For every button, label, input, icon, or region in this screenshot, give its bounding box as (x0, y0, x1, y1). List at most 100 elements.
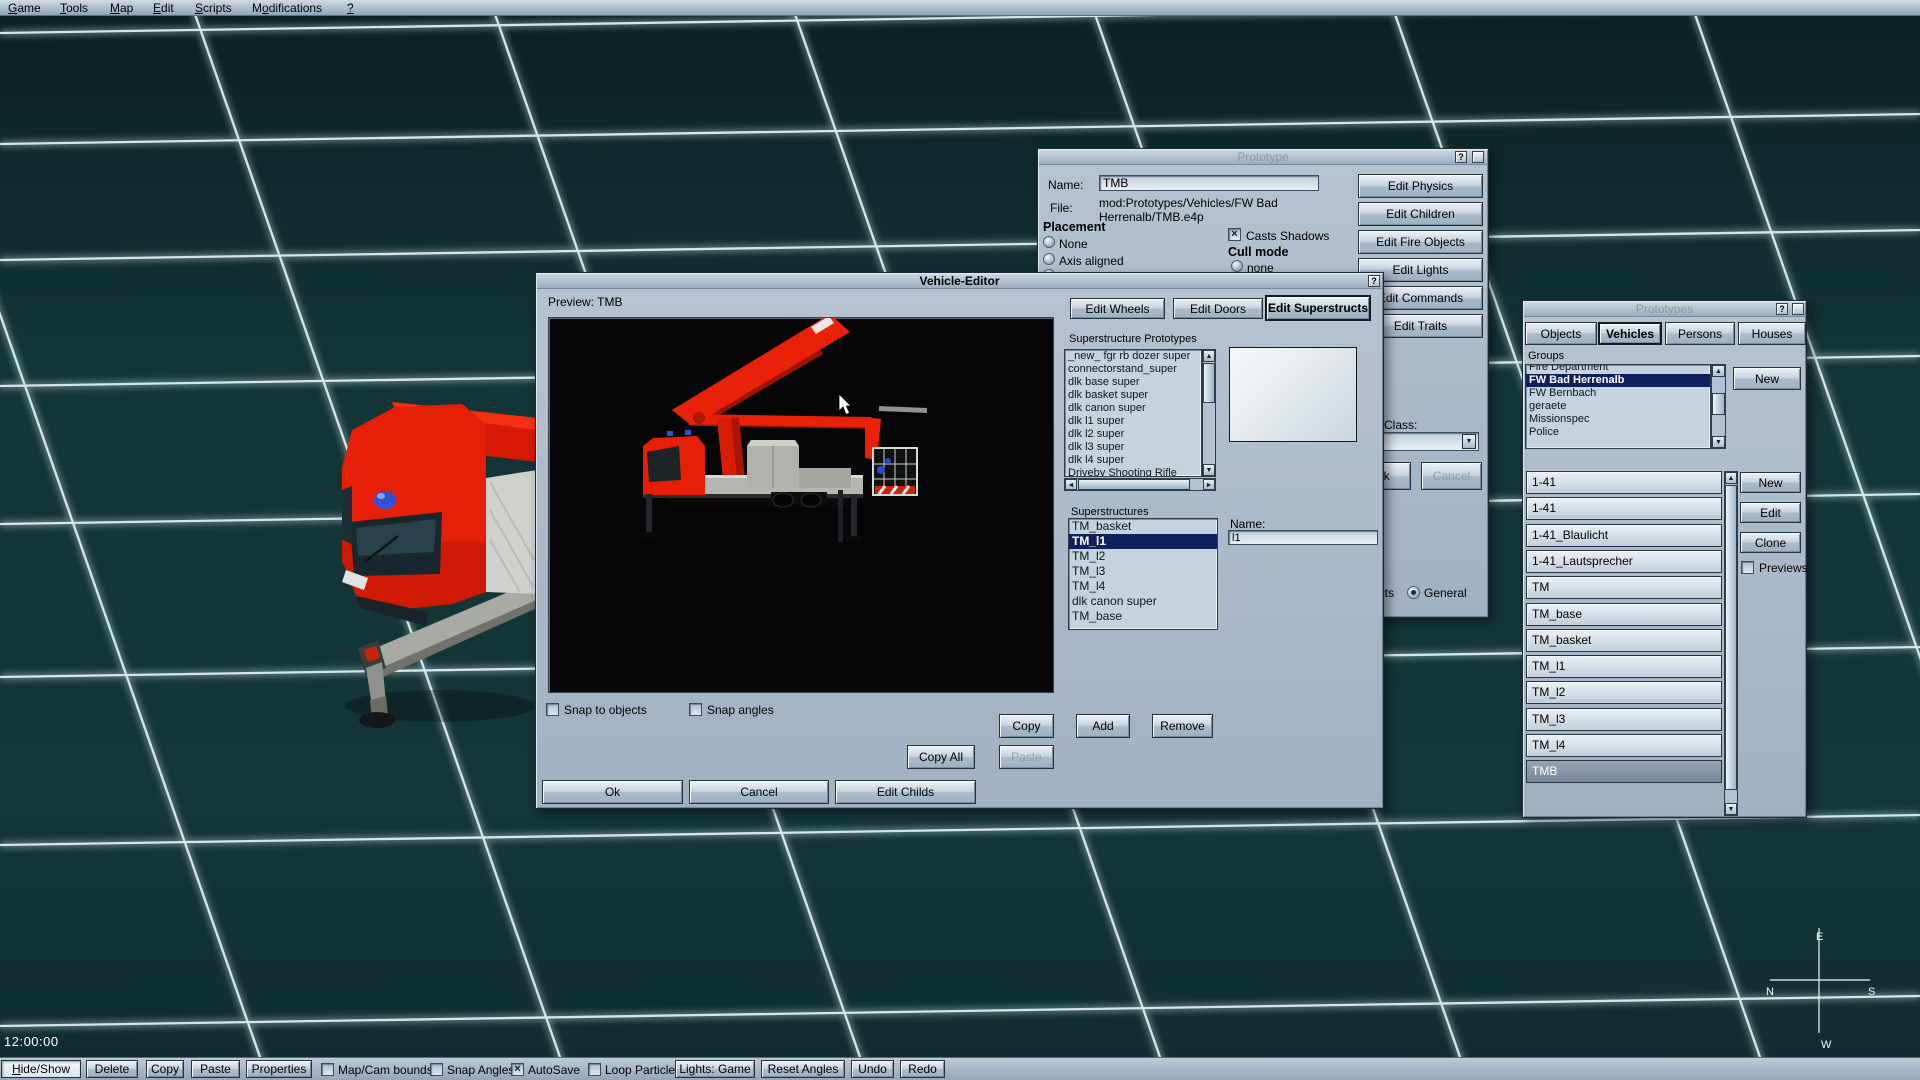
snap-angles-checkbox[interactable] (689, 703, 702, 716)
scroll-left-icon[interactable]: ◄ (1065, 479, 1077, 490)
list-item[interactable]: FW Bad Herrenalb (1526, 374, 1710, 387)
menu-item-game[interactable]: Game (8, 1, 41, 15)
placement-radio-0[interactable] (1043, 236, 1055, 248)
list-item[interactable]: Driveby Shooting Rifle (1065, 467, 1201, 477)
tab-edit-doors[interactable]: Edit Doors (1173, 298, 1263, 319)
list-item[interactable]: TM_base (1069, 609, 1217, 624)
menu-item-modifications[interactable]: Modifications (252, 1, 322, 15)
items-vscrollbar[interactable]: ▲ ▼ (1724, 471, 1738, 816)
list-item[interactable]: _new_ fgr rb dozer super (1065, 350, 1201, 363)
previews-checkbox[interactable] (1741, 561, 1754, 574)
list-item[interactable]: TM_l3 (1069, 564, 1217, 579)
tab-houses[interactable]: Houses (1738, 322, 1806, 345)
list-item[interactable]: connectorstand_super (1065, 363, 1201, 376)
cancel-button[interactable]: Cancel (1421, 462, 1482, 490)
undo-button[interactable]: Undo (851, 1060, 894, 1078)
map-cam-bounds-checkbox[interactable] (321, 1063, 334, 1076)
list-item[interactable]: geraete (1526, 400, 1710, 413)
prototype-item[interactable]: TM (1526, 576, 1722, 599)
prototype-item[interactable]: TM_l4 (1526, 734, 1722, 757)
scroll-up-icon[interactable]: ▲ (1203, 350, 1215, 362)
prototype-item[interactable]: 1-41_Blaulicht (1526, 524, 1722, 547)
tab-persons[interactable]: Persons (1665, 322, 1735, 345)
superstructure-prototypes-hscrollbar[interactable]: ◄ ► (1064, 478, 1216, 491)
list-item[interactable]: dlk l2 super (1065, 428, 1201, 441)
list-item[interactable]: TM_basket (1069, 519, 1217, 534)
list-item[interactable]: Fire Department (1526, 364, 1710, 374)
prototype-item[interactable]: TM_base (1526, 603, 1722, 626)
list-item[interactable]: dlk l4 super (1065, 454, 1201, 467)
properties-button[interactable]: Properties (246, 1060, 312, 1078)
remove-button[interactable]: Remove (1152, 714, 1213, 738)
edit-prototype-button[interactable]: Edit (1740, 502, 1801, 523)
groups-vscrollbar[interactable]: ▲ ▼ (1711, 364, 1726, 449)
tab-objects[interactable]: Objects (1525, 322, 1597, 345)
edit-edit-children-button[interactable]: Edit Children (1358, 202, 1483, 226)
scroll-up-icon[interactable]: ▲ (1712, 365, 1725, 377)
list-item[interactable]: dlk base super (1065, 376, 1201, 389)
tab-edit-wheels[interactable]: Edit Wheels (1070, 298, 1165, 319)
prototype-item[interactable]: TM_l2 (1526, 681, 1722, 704)
loop-particles-checkbox[interactable] (588, 1063, 601, 1076)
list-item[interactable]: Missionspec (1526, 413, 1710, 426)
reset-angles-button[interactable]: Reset Angles (761, 1060, 845, 1078)
edit-edit-fire-objects-button[interactable]: Edit Fire Objects (1358, 230, 1483, 254)
copy-button[interactable]: Copy (999, 714, 1054, 738)
placement-radio-1[interactable] (1043, 253, 1055, 265)
menu-item-tools[interactable]: Tools (60, 1, 88, 15)
groups-list[interactable]: Fire DepartmentFW Bad HerrenalbFW Bernba… (1525, 364, 1711, 449)
help-button[interactable]: ? (1368, 275, 1380, 287)
scroll-thumb[interactable] (1078, 479, 1190, 490)
menu-item-edit[interactable]: Edit (153, 1, 174, 15)
redo-button[interactable]: Redo (900, 1060, 945, 1078)
list-item[interactable]: dlk basket super (1065, 389, 1201, 402)
delete-button[interactable]: Delete (86, 1060, 138, 1078)
list-item[interactable]: Police (1526, 426, 1710, 439)
scroll-down-icon[interactable]: ▼ (1712, 436, 1725, 448)
autosave-checkbox[interactable] (511, 1063, 524, 1076)
prototype-dialog-titlebar[interactable]: Prototype (1039, 150, 1487, 165)
copy-all-button[interactable]: Copy All (907, 745, 975, 769)
cull-mode-radio-0[interactable] (1231, 260, 1243, 272)
new-prototype-button[interactable]: New (1740, 472, 1801, 493)
paste-button[interactable]: Paste (191, 1060, 240, 1078)
copy-button[interactable]: Copy (146, 1060, 184, 1078)
scroll-down-icon[interactable]: ▼ (1203, 464, 1215, 476)
scroll-up-icon[interactable]: ▲ (1725, 472, 1737, 484)
casts-shadows-checkbox[interactable] (1228, 228, 1241, 241)
prototype-name-input[interactable]: TMB (1099, 175, 1319, 191)
new-group-button[interactable]: New (1733, 367, 1801, 390)
snap-angles-checkbox[interactable] (430, 1063, 443, 1076)
list-item[interactable]: FW Bernbach (1526, 387, 1710, 400)
superstructure-prototypes-vscrollbar[interactable]: ▲ ▼ (1202, 349, 1216, 477)
vehicle-preview-viewport[interactable] (548, 317, 1054, 693)
list-item[interactable]: dlk l3 super (1065, 441, 1201, 454)
general-radio[interactable] (1407, 586, 1420, 599)
window-button[interactable] (1472, 151, 1484, 163)
list-item[interactable]: dlk canon super (1069, 594, 1217, 609)
window-button[interactable] (1792, 303, 1804, 315)
prototype-item[interactable]: TM_basket (1526, 629, 1722, 652)
prototype-item[interactable]: 1-41 (1526, 497, 1722, 520)
help-button[interactable]: ? (1776, 303, 1788, 315)
prototype-item[interactable]: TMB (1526, 760, 1722, 783)
lights--game-button[interactable]: Lights: Game (675, 1060, 755, 1078)
clone-prototype-button[interactable]: Clone (1740, 532, 1801, 553)
hide-show-button[interactable]: Hide/Show (1, 1060, 81, 1078)
help-button[interactable]: ? (1455, 151, 1467, 163)
superstructure-prototypes-list[interactable]: _new_ fgr rb dozer superconnectorstand_s… (1064, 349, 1202, 477)
scroll-thumb[interactable] (1725, 485, 1737, 790)
menu-item-map[interactable]: Map (110, 1, 133, 15)
list-item[interactable]: TM_l2 (1069, 549, 1217, 564)
list-item[interactable]: TM_l1 (1069, 534, 1217, 549)
prototypes-panel-titlebar[interactable]: Prototypes (1524, 302, 1805, 317)
vehicle-editor-titlebar[interactable]: Vehicle-Editor (537, 274, 1382, 289)
menu-item-scripts[interactable]: Scripts (195, 1, 232, 15)
prototype-item[interactable]: TM_l3 (1526, 708, 1722, 731)
ok-button[interactable]: Ok (542, 780, 683, 804)
paste-button[interactable]: Paste (999, 745, 1054, 769)
scroll-thumb[interactable] (1712, 393, 1725, 415)
list-item[interactable]: TM_l4 (1069, 579, 1217, 594)
prototype-item[interactable]: TM_l1 (1526, 655, 1722, 678)
superstructure-name-input[interactable]: l1 (1228, 530, 1378, 545)
